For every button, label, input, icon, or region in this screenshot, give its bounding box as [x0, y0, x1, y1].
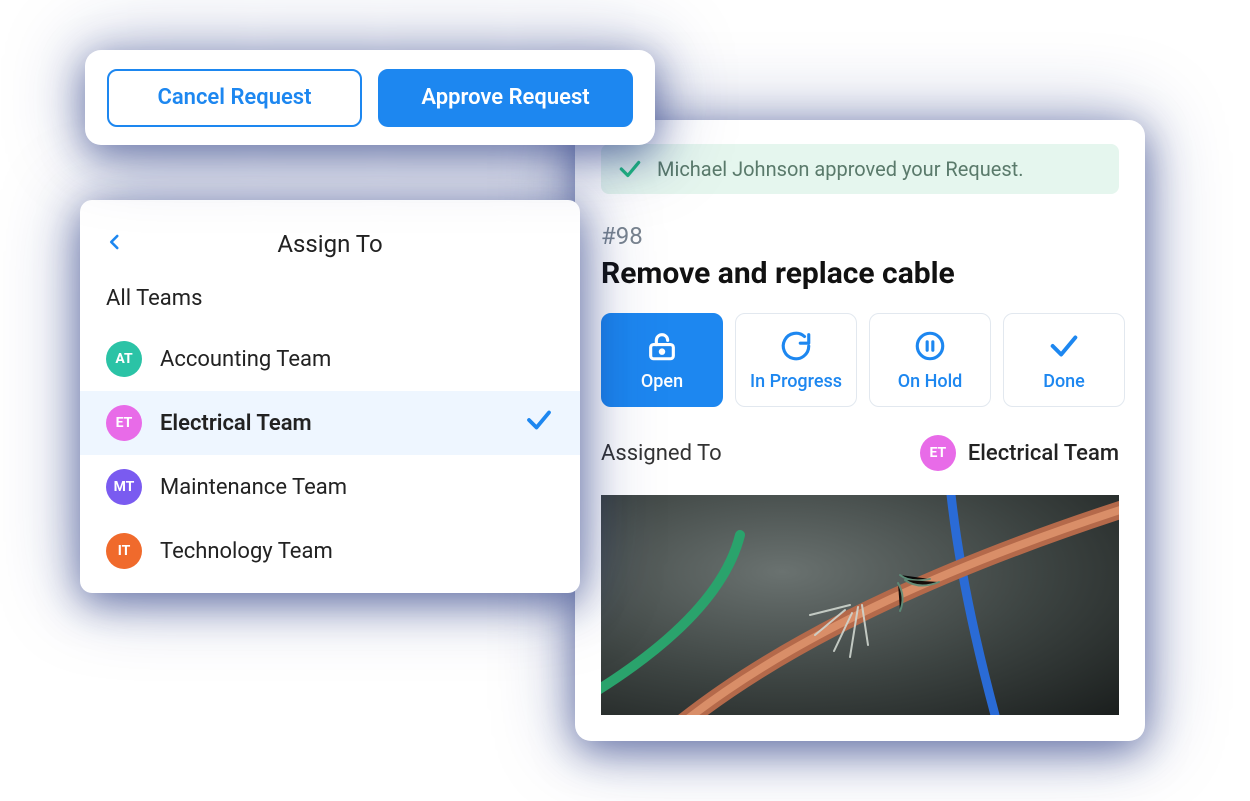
team-avatar: IT: [106, 533, 142, 569]
status-done-button[interactable]: Done: [1003, 313, 1125, 407]
check-icon: [1047, 329, 1081, 363]
work-order-detail-panel: Michael Johnson approved your Request. #…: [575, 120, 1145, 741]
all-teams-label: All Teams: [80, 280, 580, 327]
assigned-to-row: Assigned To ET Electrical Team: [601, 435, 1119, 471]
cable-photo-icon: [601, 495, 1119, 715]
cancel-request-button[interactable]: Cancel Request: [107, 69, 362, 127]
team-name: Maintenance Team: [160, 475, 347, 500]
request-actions-card: Cancel Request Approve Request: [85, 50, 655, 145]
attachment-image[interactable]: [601, 495, 1119, 715]
team-avatar: MT: [106, 469, 142, 505]
approve-request-label: Approve Request: [421, 85, 589, 110]
team-name: Technology Team: [160, 539, 333, 564]
status-label: Done: [1043, 371, 1085, 392]
approve-request-button[interactable]: Approve Request: [378, 69, 633, 127]
team-row-electrical[interactable]: ET Electrical Team: [80, 391, 580, 455]
team-row-maintenance[interactable]: MT Maintenance Team: [80, 455, 580, 519]
selected-check-icon: [524, 405, 554, 441]
status-row: Open In Progress On Hold Done: [601, 313, 1119, 407]
cancel-request-label: Cancel Request: [157, 85, 311, 110]
status-open-button[interactable]: Open: [601, 313, 723, 407]
team-avatar: AT: [106, 341, 142, 377]
check-icon: [617, 156, 643, 182]
progress-icon: [779, 329, 813, 363]
team-avatar: ET: [920, 435, 956, 471]
work-order-id: #98: [601, 222, 1119, 250]
status-label: In Progress: [750, 371, 842, 392]
team-name: Electrical Team: [968, 441, 1119, 466]
assigned-to-value[interactable]: ET Electrical Team: [920, 435, 1119, 471]
team-name: Accounting Team: [160, 347, 331, 372]
back-button[interactable]: [106, 228, 124, 262]
status-on-hold-button[interactable]: On Hold: [869, 313, 991, 407]
assign-to-title: Assign To: [277, 230, 382, 258]
assign-to-panel: Assign To All Teams AT Accounting Team E…: [80, 200, 580, 593]
team-row-accounting[interactable]: AT Accounting Team: [80, 327, 580, 391]
unlock-icon: [645, 329, 679, 363]
pause-icon: [913, 329, 947, 363]
assign-to-header: Assign To: [80, 226, 580, 280]
team-row-technology[interactable]: IT Technology Team: [80, 519, 580, 583]
chevron-left-icon: [106, 228, 124, 256]
status-label: Open: [641, 371, 683, 392]
team-avatar: ET: [106, 405, 142, 441]
status-label: On Hold: [898, 371, 963, 392]
approval-notification-text: Michael Johnson approved your Request.: [657, 157, 1024, 181]
status-in-progress-button[interactable]: In Progress: [735, 313, 857, 407]
work-order-title: Remove and replace cable: [601, 256, 1119, 291]
team-name: Electrical Team: [160, 411, 312, 436]
assigned-to-label: Assigned To: [601, 441, 722, 466]
approval-notification: Michael Johnson approved your Request.: [601, 144, 1119, 194]
